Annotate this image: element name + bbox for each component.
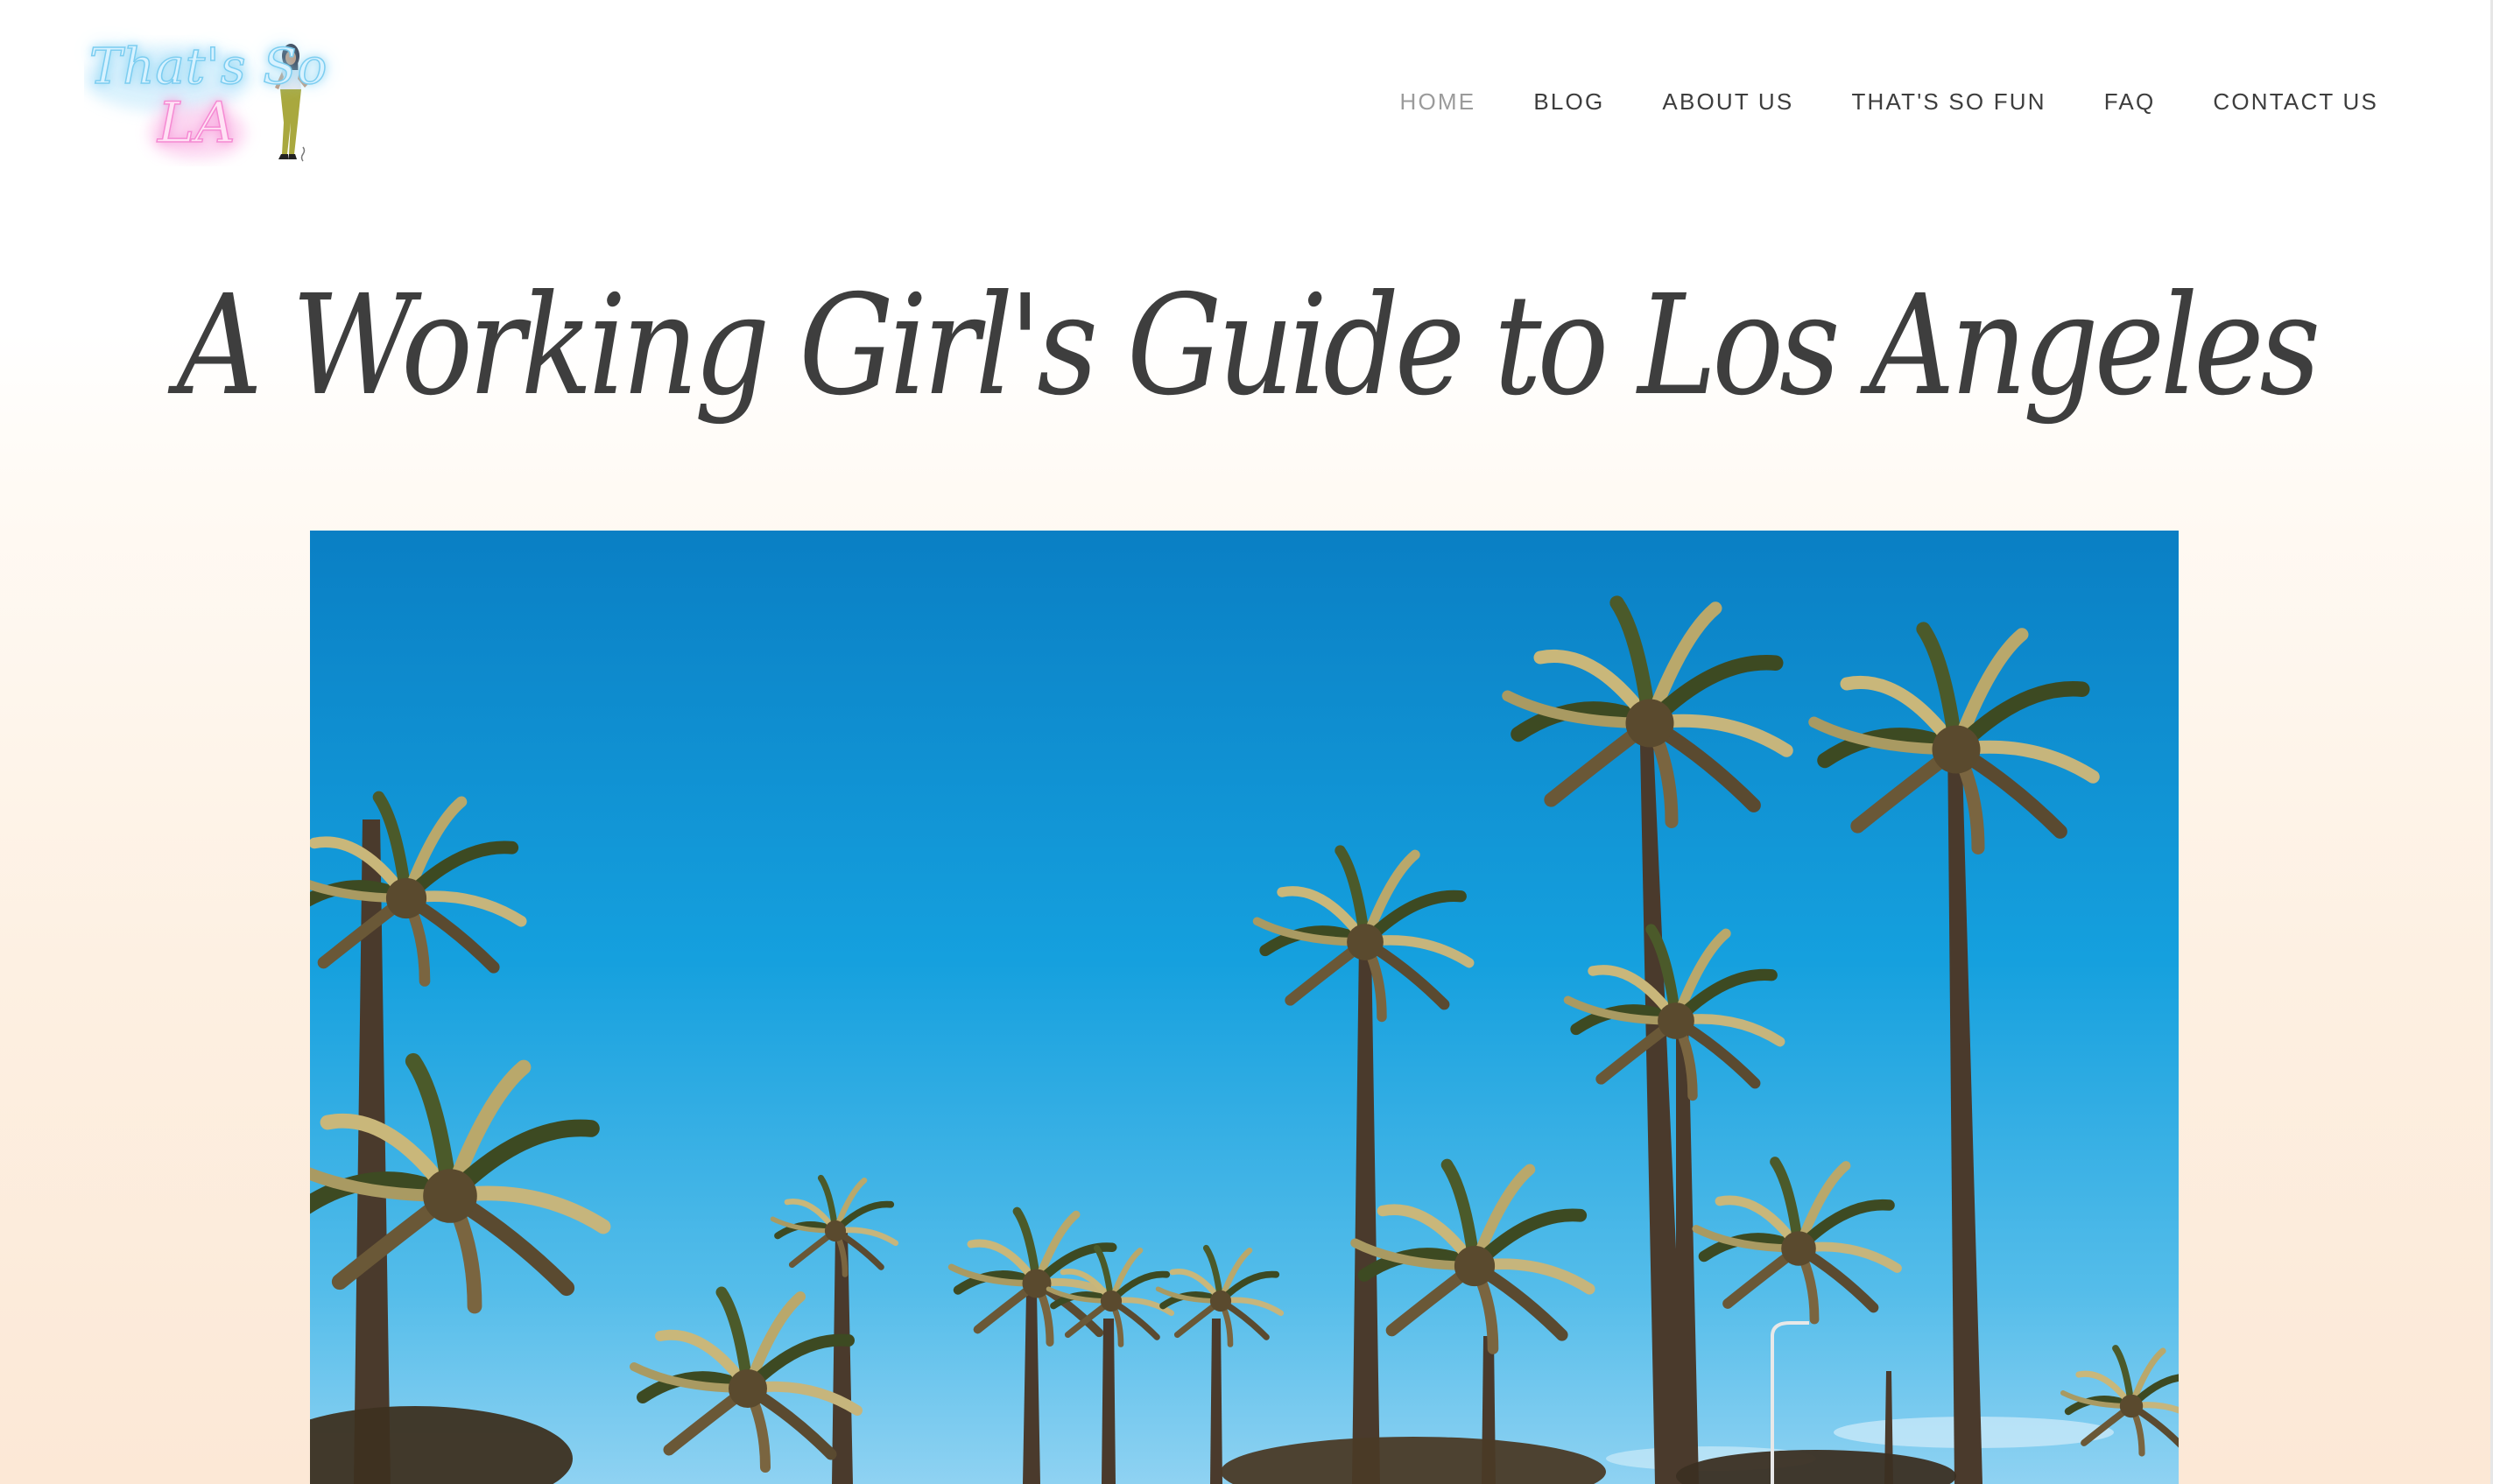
logo-text-thats-so: That's So	[88, 38, 328, 96]
logo-text-la: LA	[157, 90, 236, 157]
main-nav: HOME BLOG ABOUT US THAT'S SO FUN FAQ CON…	[1400, 84, 2378, 119]
nav-home[interactable]: HOME	[1400, 84, 1476, 119]
nav-faq[interactable]: FAQ	[2104, 84, 2156, 119]
hero-image	[310, 531, 2179, 1484]
site-logo[interactable]: That's So LA	[84, 35, 327, 166]
nav-thats-so-fun[interactable]: THAT'S SO FUN	[1851, 84, 2046, 119]
post-title: A Working Girl's Guide to Los Angeles	[176, 265, 2320, 426]
site-header: That's So LA HOME BLOG ABOUT US THAT'S S…	[0, 0, 2493, 219]
nav-blog[interactable]: BLOG	[1533, 84, 1604, 119]
palm-trees-photo-icon	[310, 531, 2179, 1484]
nav-contact-us[interactable]: CONTACT US	[2213, 84, 2378, 119]
nav-about-us[interactable]: ABOUT US	[1662, 84, 1793, 119]
